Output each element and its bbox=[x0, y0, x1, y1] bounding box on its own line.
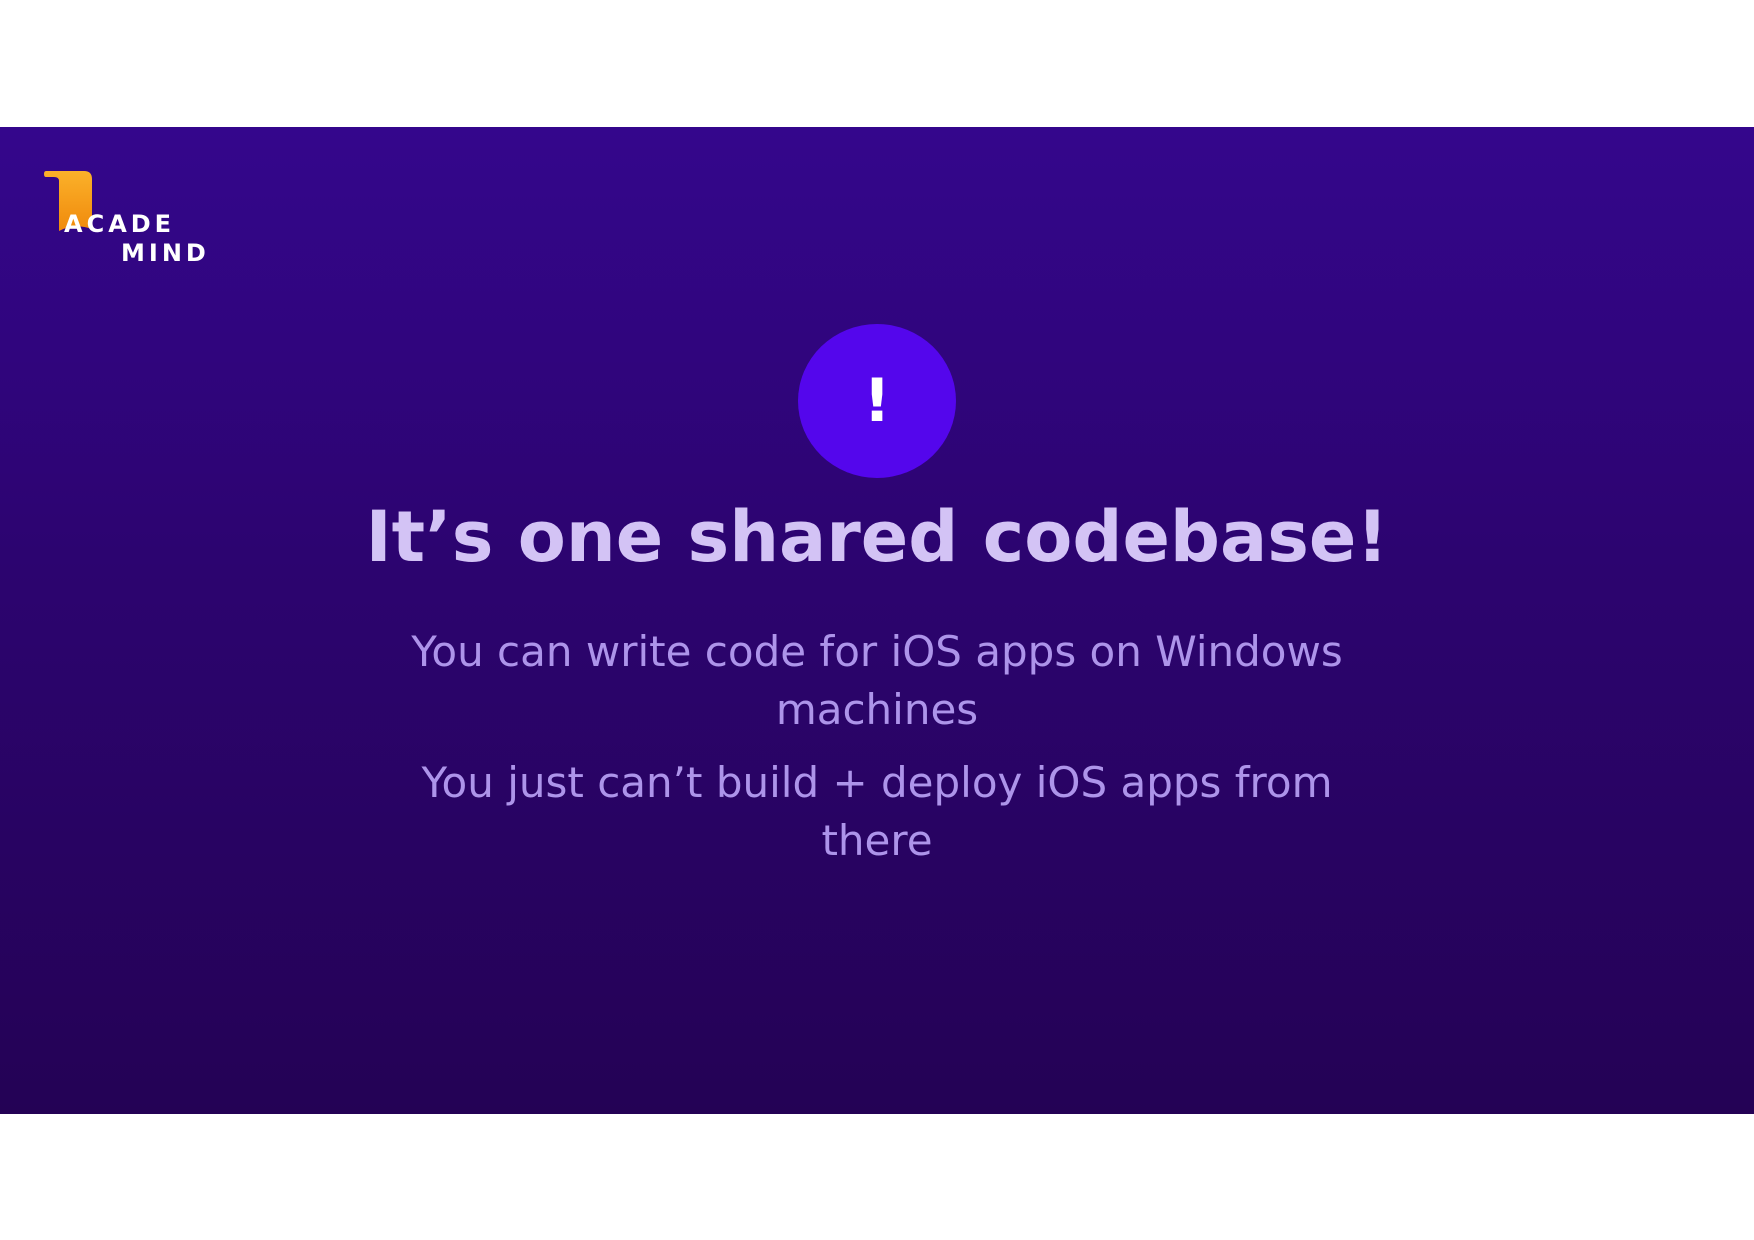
slide-title: It’s one shared codebase! bbox=[365, 496, 1389, 578]
body-text-1: You can write code for iOS apps on Windo… bbox=[411, 627, 1343, 734]
slide: ACADE MIND ! It’s one shared codebase! Y… bbox=[0, 127, 1754, 1114]
exclamation-badge: ! bbox=[798, 324, 956, 478]
academind-logo: ACADE MIND bbox=[44, 171, 214, 271]
body-text-2: You just can’t build + deploy iOS apps f… bbox=[421, 758, 1333, 865]
logo-text-line1: ACADE bbox=[64, 210, 176, 238]
exclamation-icon: ! bbox=[863, 366, 891, 436]
page: ACADE MIND ! It’s one shared codebase! Y… bbox=[0, 0, 1754, 1240]
logo-text-line2: MIND bbox=[121, 239, 210, 267]
